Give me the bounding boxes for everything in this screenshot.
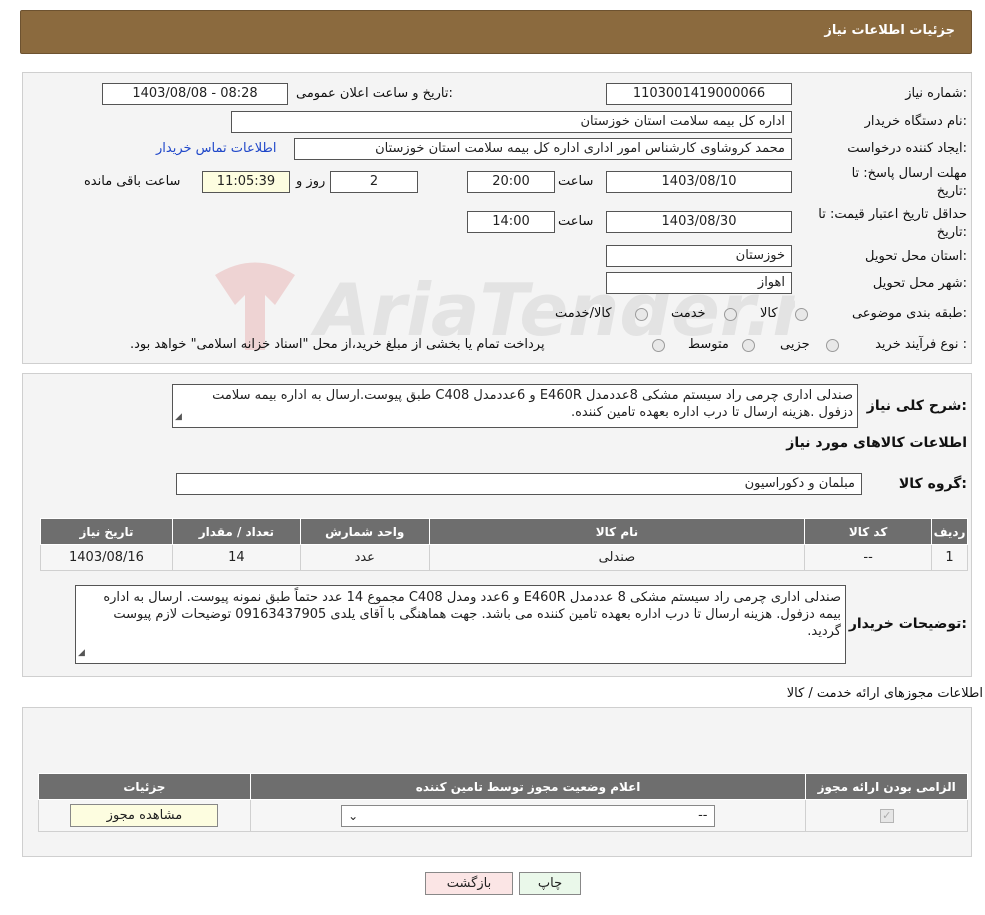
cell-date: 1403/08/16 [40, 544, 173, 571]
process-minor-radio[interactable] [826, 339, 839, 352]
summary-label: شرح کلی نیاز: [866, 398, 967, 414]
deadline-label-date: تاریخ: [936, 184, 967, 199]
cell-name: صندلی [428, 544, 806, 571]
goods-group-field: مبلمان و دکوراسیون [176, 473, 862, 495]
process-label: نوع فرآیند خرید : [875, 337, 967, 352]
announce-label: تاریخ و ساعت اعلان عمومی: [296, 86, 453, 101]
category-goods-radio[interactable] [795, 308, 808, 321]
validity-date-field: 1403/08/30 [606, 211, 792, 233]
summary-textarea[interactable]: صندلی اداری چرمی راد سیستم مشکی 8عددمدل … [172, 384, 858, 428]
deadline-time-field: 20:00 [467, 171, 555, 193]
remaining-label: ساعت باقی مانده [84, 174, 181, 189]
print-button[interactable]: چاپ [519, 872, 581, 895]
need-number-label: شماره نیاز: [905, 86, 967, 101]
col-code: کد کالا [804, 518, 933, 545]
announce-field: 1403/08/08 - 08:28 [102, 83, 288, 105]
col-date: تاریخ نیاز [40, 518, 173, 545]
goods-info-title: اطلاعات کالاهای مورد نیاز [786, 435, 967, 451]
category-goods-label: کالا [760, 306, 778, 321]
payment-note: پرداخت تمام یا بخشی از مبلغ خرید،از محل … [130, 337, 545, 352]
col-qty: تعداد / مقدار [171, 518, 301, 545]
col-name: نام کالا [428, 518, 806, 545]
back-button[interactable]: بازگشت [425, 872, 513, 895]
col-row: ردیف [931, 518, 968, 545]
province-field: خوزستان [606, 245, 792, 267]
summary-text: صندلی اداری چرمی راد سیستم مشکی 8عددمدل … [212, 388, 853, 420]
process-medium-radio[interactable] [742, 339, 755, 352]
province-label: استان محل تحویل: [865, 249, 967, 264]
category-both-label: کالا/خدمت [555, 306, 612, 321]
city-field: اهواز [606, 272, 792, 294]
remaining-time-field: 11:05:39 [202, 171, 290, 193]
remaining-days-field: 2 [330, 171, 418, 193]
days-label: روز و [296, 174, 326, 189]
col-permit-details: جزئیات [38, 773, 251, 800]
required-checkbox[interactable]: ✓ [879, 809, 894, 823]
buyer-notes-label: توضیحات خریدار: [848, 616, 967, 632]
buyer-org-label: نام دستگاه خریدار: [864, 114, 967, 129]
validity-time-field: 14:00 [467, 211, 555, 233]
view-permit-button[interactable]: مشاهده مجوز [70, 804, 219, 827]
goods-group-label: گروه کالا: [898, 476, 967, 492]
category-service-label: خدمت [671, 306, 706, 321]
validity-time-label: ساعت [558, 214, 594, 229]
permit-status-value: -- [698, 807, 708, 823]
cell-permit-required: ✓ [805, 799, 968, 832]
col-permit-required: الزامی بودن ارائه مجوز [805, 773, 968, 800]
table-row: ✓ ⌄ -- مشاهده مجوز [38, 799, 968, 832]
deadline-label: مهلت ارسال پاسخ: تا [851, 166, 967, 181]
permits-title: اطلاعات مجوزهای ارائه خدمت / کالا [786, 686, 983, 701]
page-title: جزئیات اطلاعات نیاز [824, 23, 955, 38]
cell-permit-details: مشاهده مجوز [38, 799, 251, 832]
resize-grip-icon[interactable]: ◢ [175, 409, 182, 426]
treasury-checkbox[interactable] [652, 339, 665, 352]
chevron-down-icon: ⌄ [348, 808, 359, 823]
category-both-radio[interactable] [635, 308, 648, 321]
cell-code: -- [804, 544, 933, 571]
buyer-notes-textarea[interactable]: صندلی اداری چرمی راد سیستم مشکی 8 عددمدل… [75, 585, 846, 664]
page-header: جزئیات اطلاعات نیاز [20, 10, 972, 54]
buyer-contact-link[interactable]: اطلاعات تماس خریدار [156, 141, 276, 156]
category-service-radio[interactable] [724, 308, 737, 321]
resize-grip-icon[interactable]: ◢ [78, 645, 85, 662]
goods-table: ردیف کد کالا نام کالا واحد شمارش تعداد /… [40, 518, 968, 571]
cell-row: 1 [931, 544, 968, 571]
cell-qty: 14 [171, 544, 301, 571]
process-medium-label: متوسط [688, 337, 729, 352]
permit-status-select[interactable]: ⌄ -- [341, 804, 716, 827]
buyer-org-field: اداره کل بیمه سلامت استان خوزستان [231, 111, 792, 133]
process-minor-label: جزیی [780, 337, 810, 352]
buyer-notes-text: صندلی اداری چرمی راد سیستم مشکی 8 عددمدل… [103, 590, 841, 639]
permits-table: الزامی بودن ارائه مجوز اعلام وضعیت مجوز … [38, 773, 968, 832]
deadline-time-label: ساعت [558, 174, 594, 189]
requester-label: ایجاد کننده درخواست: [847, 141, 967, 156]
table-row: 1 -- صندلی عدد 14 1403/08/16 [40, 544, 968, 571]
category-label: طبقه بندی موضوعی: [851, 306, 967, 321]
validity-label-date: تاریخ: [936, 225, 967, 240]
need-number-field: 1103001419000066 [606, 83, 792, 105]
deadline-date-field: 1403/08/10 [606, 171, 792, 193]
cell-unit: عدد [299, 544, 430, 571]
city-label: شهر محل تحویل: [872, 276, 967, 291]
col-permit-status: اعلام وضعیت مجوز توسط تامین کننده [249, 773, 807, 800]
col-unit: واحد شمارش [299, 518, 430, 545]
requester-field: محمد کروشاوی کارشناس امور اداری اداره کل… [294, 138, 792, 160]
validity-label: حداقل تاریخ اعتبار قیمت: تا [818, 207, 967, 222]
cell-permit-status: ⌄ -- [249, 799, 807, 832]
